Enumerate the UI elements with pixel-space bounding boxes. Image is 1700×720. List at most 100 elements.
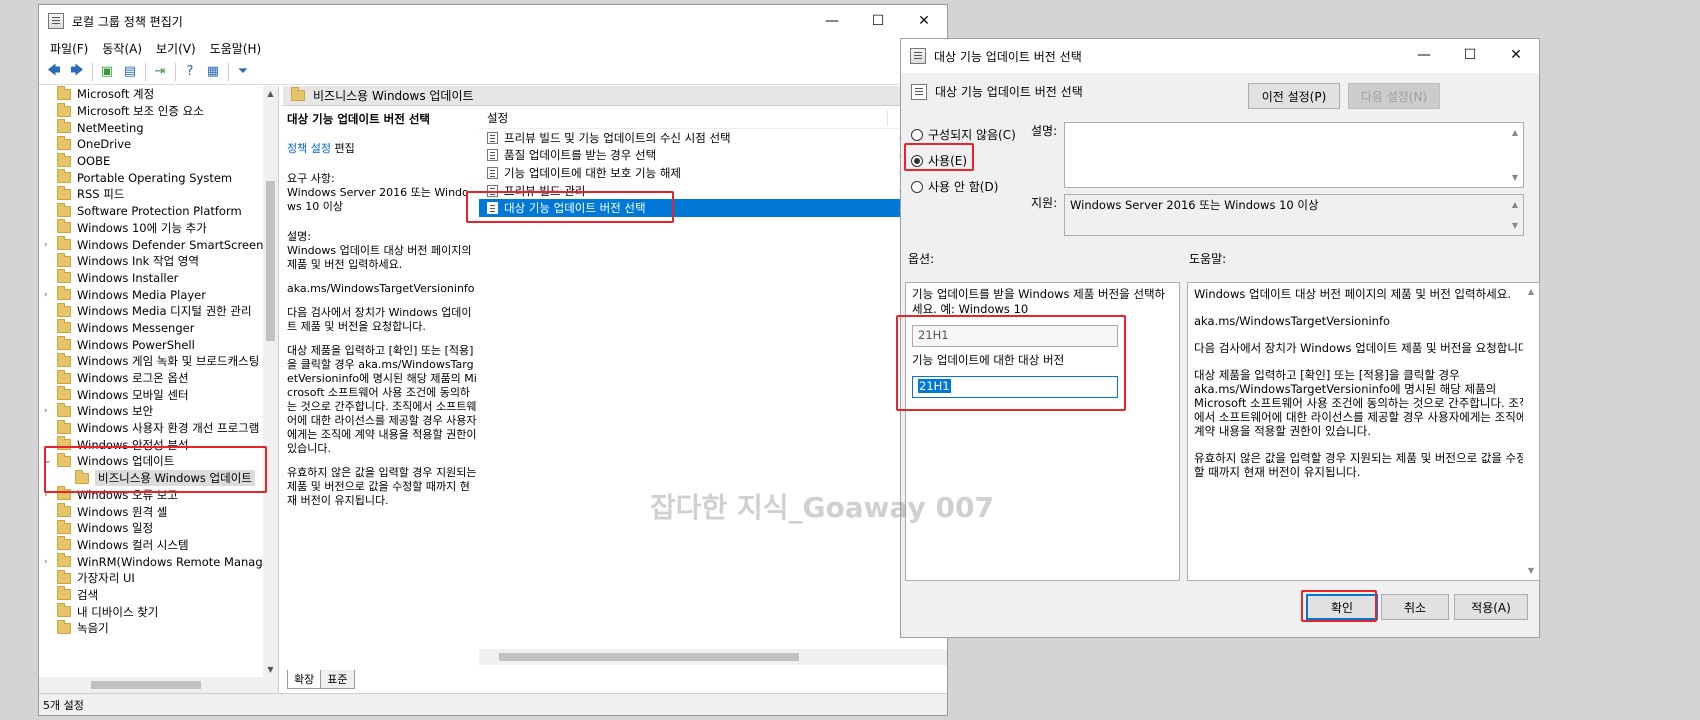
chevron-right-icon[interactable]: › [44,406,54,416]
next-setting-button[interactable]: 다음 설정(N) [1348,83,1440,109]
tree-horizontal-scrollbar[interactable] [39,677,278,693]
cancel-button[interactable]: 취소 [1381,594,1449,620]
tree-item[interactable]: Windows 사용자 환경 개선 프로그램 [39,419,278,437]
tree-item[interactable]: Windows 로그온 옵션 [39,369,278,387]
edit-policy-link[interactable]: 정책 설정 [287,142,331,155]
tree-item[interactable]: Microsoft 계정 [39,86,278,103]
close-button[interactable]: ✕ [901,5,947,37]
tab-standard[interactable]: 표준 [320,670,355,689]
tree-item[interactable]: RSS 피드 [39,185,278,203]
tree-item-label: Software Protection Platform [77,204,242,219]
show-hide-tree-icon[interactable]: ▤ [119,62,141,82]
chevron-right-icon[interactable]: › [44,557,54,567]
radio-disabled-icon[interactable] [911,180,923,193]
tree-item[interactable]: Windows 컬러 시스템 [39,536,278,554]
list-horizontal-scrollbar[interactable] [479,649,947,665]
ok-button[interactable]: 확인 [1306,594,1378,620]
chevron-down-icon[interactable]: ⌄ [44,456,54,466]
menu-action[interactable]: 동작(A) [95,40,149,57]
tree-item[interactable]: Windows 10에 기능 추가 [39,219,278,237]
chevron-right-icon[interactable]: › [44,290,54,300]
column-setting[interactable]: 설정 [479,110,887,126]
policy-row[interactable]: 프리뷰 빌드 관리구성되지 않음 [479,182,947,200]
policy-row[interactable]: 프리뷰 빌드 및 기능 업데이트의 수신 시점 선택구성되지 않음 [479,129,947,147]
up-folder-icon[interactable]: ▣ [96,62,118,82]
apply-button[interactable]: 적용(A) [1454,594,1528,620]
tree-item-label: Windows 컬러 시스템 [77,537,189,552]
policy-row[interactable]: 기능 업데이트에 대한 보호 기능 해제구성되지 않음 [479,164,947,182]
comment-textarea[interactable]: ▲ ▼ [1064,122,1524,188]
radio-disabled[interactable]: 사용 안 함(D) [911,178,998,195]
menu-help[interactable]: 도움말(H) [203,40,269,57]
maximize-button[interactable]: ☐ [855,5,901,37]
export-list-icon[interactable]: ⇥ [149,62,171,82]
tree-child-item[interactable]: 비즈니스용 Windows 업데이트 [39,469,278,487]
product-version-input[interactable]: 21H1 [912,325,1118,347]
radio-enabled[interactable]: 사용(E) [911,152,967,169]
scroll-up-icon[interactable]: ▲ [263,86,278,101]
target-version-input[interactable]: 21H1 [912,376,1118,398]
tree-item[interactable]: 검색 [39,586,278,604]
tree-item[interactable]: Software Protection Platform [39,202,278,220]
policy-setting-icon [911,83,927,100]
dialog-minimize-button[interactable]: — [1401,39,1447,71]
tree-item[interactable]: OOBE [39,152,278,170]
dialog-close-button[interactable]: ✕ [1493,39,1539,71]
tree-item[interactable]: Windows 모바일 센터 [39,386,278,403]
help-label: 도움말: [1189,252,1227,266]
tree-item[interactable]: › Windows Defender SmartScreen [39,236,278,253]
tree-item[interactable]: 가장자리 UI [39,569,278,587]
menu-file[interactable]: 파일(F) [43,40,95,57]
folder-icon [291,87,305,101]
tree-item[interactable]: Windows Messenger [39,319,278,337]
tree-item[interactable]: Windows 게임 녹화 및 브로드캐스팅 [39,352,278,370]
policy-row[interactable]: 품질 업데이트를 받는 경우 선택구성되지 않음 [479,147,947,165]
tree-item[interactable]: ⌄ Windows 업데이트 [39,452,278,470]
tree-item-label: Windows PowerShell [77,337,195,352]
tab-extended[interactable]: 확장 [287,670,322,689]
tree-item[interactable]: Windows Media 디지털 권한 관리 [39,302,278,320]
tree-item[interactable]: Windows 안정성 분석 [39,436,278,453]
tree-item[interactable]: 녹음기 [39,619,278,637]
tree-item[interactable]: OneDrive [39,135,278,153]
tree-item[interactable]: Windows Installer [39,269,278,287]
menu-view[interactable]: 보기(V) [149,40,203,57]
folder-icon [57,319,71,334]
help-icon[interactable]: ? [179,62,201,82]
forward-arrow-icon[interactable]: 🡆 [66,62,88,82]
radio-not-configured[interactable]: 구성되지 않음(C) [911,126,1016,143]
radio-not-configured-icon[interactable] [911,128,923,141]
folder-icon [57,86,71,100]
tree-item[interactable]: › Windows 보안 [39,402,278,420]
tree-item[interactable]: Windows 원격 셸 [39,503,278,520]
tree-item[interactable]: › Windows 오류 보고 [39,486,278,504]
folder-icon [57,185,71,200]
tree-item[interactable]: Microsoft 보조 인증 요소 [39,102,278,120]
filter-icon[interactable]: ⏷ [232,62,254,82]
tree-item[interactable]: › WinRM(Windows Remote Manageme [39,553,278,570]
prev-setting-button[interactable]: 이전 설정(P) [1248,83,1340,109]
editor-title: 로컬 그룹 정책 편집기 [72,14,183,29]
tree-item[interactable]: › Windows Media Player [39,286,278,303]
chevron-right-icon[interactable]: › [44,490,54,500]
comment-label: 설명: [1031,124,1058,138]
radio-enabled-icon[interactable] [911,154,923,167]
chevron-right-icon[interactable]: › [44,240,54,250]
tree-item[interactable]: Windows PowerShell [39,336,278,353]
folder-icon [57,603,71,618]
minimize-button[interactable]: — [809,5,855,37]
back-arrow-icon[interactable]: 🡄 [43,62,65,82]
tree-item[interactable]: Portable Operating System [39,169,278,186]
tree-item[interactable]: Windows 일정 [39,519,278,537]
options-label: 옵션: [908,252,935,266]
properties-icon[interactable]: ▦ [202,62,224,82]
tree-item[interactable]: Windows Ink 작업 영역 [39,252,278,270]
dialog-maximize-button[interactable]: ☐ [1447,39,1493,71]
tree-item[interactable]: 내 디바이스 찾기 [39,603,278,620]
help-p3: 다음 검사에서 장치가 Windows 업데이트 제품 및 버전을 요청합니다. [1194,341,1533,355]
scroll-down-icon[interactable]: ▼ [263,662,278,677]
tree-item[interactable]: NetMeeting [39,119,278,136]
tree-vertical-scrollbar[interactable]: ▲ ▼ [263,86,278,677]
folder-icon [57,236,71,251]
policy-row[interactable]: 대상 기능 업데이트 버전 선택사용 [479,199,947,217]
